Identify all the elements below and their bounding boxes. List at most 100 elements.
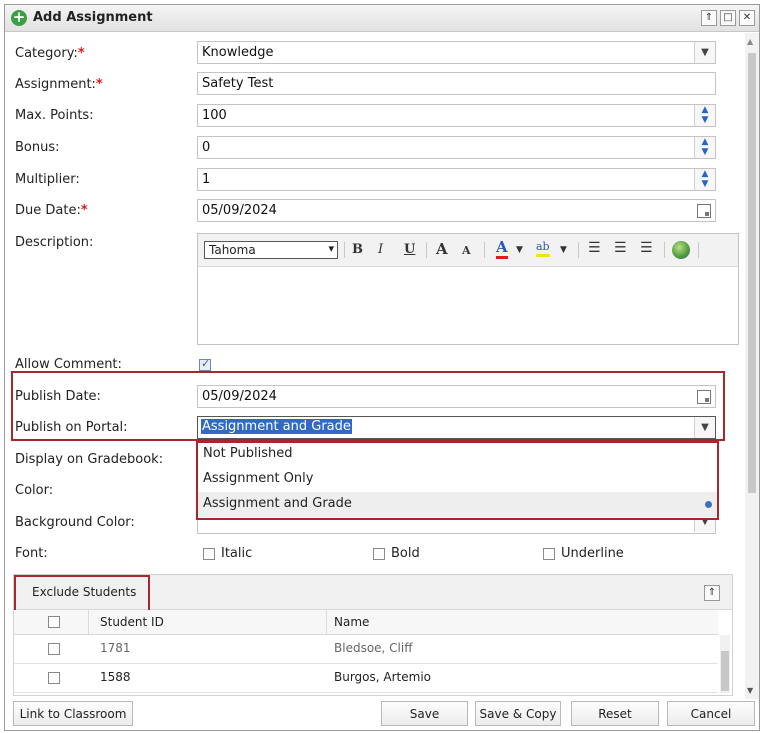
description-label: Description: xyxy=(15,235,94,250)
editor-toolbar: Tahoma ▾ B I U A A A ▼ ab ▼ ☰ ☰ ☰ xyxy=(198,234,738,267)
scroll-down-icon[interactable]: ▼ xyxy=(747,686,753,695)
save-button[interactable]: Save xyxy=(381,701,468,726)
students-grid-header: Student ID Name xyxy=(14,610,718,635)
bonus-spinner[interactable]: ▲ ▼ xyxy=(694,137,715,158)
underline-button[interactable]: U xyxy=(404,242,415,257)
publish-highlight-box xyxy=(11,371,725,441)
underline-option-label: Underline xyxy=(561,546,624,561)
max-points-spinner[interactable]: ▲ ▼ xyxy=(694,105,715,126)
reset-button[interactable]: Reset xyxy=(571,701,659,726)
close-button[interactable]: ✕ xyxy=(739,10,755,26)
description-editor[interactable]: Tahoma ▾ B I U A A A ▼ ab ▼ ☰ ☰ ☰ xyxy=(197,233,739,345)
align-left-icon[interactable]: ☰ xyxy=(588,240,601,256)
chevron-down-icon[interactable]: ▼ xyxy=(560,245,567,255)
table-row[interactable]: 1781 Bledsoe, Cliff xyxy=(14,635,718,664)
collapse-button[interactable]: ⇑ xyxy=(701,10,717,26)
highlight-button[interactable]: ab xyxy=(536,240,550,257)
chevron-down-icon[interactable]: ▼ xyxy=(694,42,715,63)
chevron-down-icon: ▾ xyxy=(328,242,334,255)
toolbar-divider xyxy=(578,242,579,258)
assignment-value: Safety Test xyxy=(202,76,274,91)
align-center-icon[interactable]: ☰ xyxy=(614,240,627,256)
scroll-up-icon[interactable]: ▲ xyxy=(747,37,753,46)
align-right-icon[interactable]: ☰ xyxy=(640,240,653,256)
allow-comment-checkbox[interactable] xyxy=(199,357,211,371)
toolbar-divider xyxy=(664,242,665,258)
bold-button[interactable]: B xyxy=(352,242,363,257)
multiplier-label: Multiplier: xyxy=(15,172,80,187)
spin-down-icon[interactable]: ▼ xyxy=(695,179,715,189)
insert-image-icon[interactable] xyxy=(672,241,690,259)
collapse-panel-icon[interactable]: ⇑ xyxy=(704,585,720,601)
student-id-column-header[interactable]: Student ID xyxy=(100,615,164,629)
italic-button[interactable]: I xyxy=(378,242,383,257)
exclude-students-highlight-box xyxy=(14,575,150,613)
cancel-button[interactable]: Cancel xyxy=(667,701,755,726)
max-points-input[interactable]: 100 ▲ ▼ xyxy=(197,104,716,127)
color-label: Color: xyxy=(15,483,54,498)
add-assignment-dialog: + Add Assignment ⇑ □ ✕ Category:* Knowle… xyxy=(4,4,760,731)
shrink-font-button[interactable]: A xyxy=(462,244,471,257)
student-id-cell: 1781 xyxy=(100,641,131,655)
dialog-title: Add Assignment xyxy=(33,10,153,25)
dialog-scrollbar[interactable]: ▲ ▼ xyxy=(745,33,759,699)
student-name-cell: Burgos, Artemio xyxy=(334,670,431,684)
due-date-label: Due Date:* xyxy=(15,203,88,218)
underline-checkbox[interactable] xyxy=(543,548,555,560)
dialog-titlebar: + Add Assignment ⇑ □ ✕ xyxy=(5,5,759,32)
bonus-value: 0 xyxy=(202,140,211,155)
student-name-cell: Bledsoe, Cliff xyxy=(334,641,413,655)
bonus-label: Bonus: xyxy=(15,140,60,155)
category-label: Category:* xyxy=(15,46,85,61)
max-points-value: 100 xyxy=(202,108,227,123)
add-icon: + xyxy=(11,8,27,26)
toolbar-divider xyxy=(426,242,427,258)
dialog-scroll-thumb[interactable] xyxy=(748,53,756,493)
bold-option-label: Bold xyxy=(391,546,420,561)
link-to-classroom-button[interactable]: Link to Classroom xyxy=(13,701,133,726)
due-date-input[interactable]: 05/09/2024 xyxy=(197,199,716,222)
maximize-button[interactable]: □ xyxy=(720,10,736,26)
chevron-down-icon[interactable]: ▼ xyxy=(516,245,523,255)
name-column-header[interactable]: Name xyxy=(334,615,369,629)
assignment-input[interactable]: Safety Test xyxy=(197,72,716,95)
due-date-value: 05/09/2024 xyxy=(202,203,277,218)
grid-scroll-thumb[interactable] xyxy=(721,651,729,691)
font-color-button[interactable]: A xyxy=(496,239,508,259)
spin-down-icon[interactable]: ▼ xyxy=(695,147,715,157)
toolbar-divider xyxy=(344,242,345,258)
grow-font-button[interactable]: A xyxy=(436,240,448,258)
category-select[interactable]: Knowledge ▼ xyxy=(197,41,716,64)
font-family-value: Tahoma xyxy=(209,243,256,257)
italic-option-label: Italic xyxy=(221,546,253,561)
toolbar-divider xyxy=(698,242,699,258)
max-points-label: Max. Points: xyxy=(15,108,94,123)
exclude-students-panel: Exclude Students ⇑ Student ID Name 1781 … xyxy=(13,574,733,696)
toolbar-divider xyxy=(484,242,485,258)
calendar-icon[interactable] xyxy=(697,204,711,218)
table-row[interactable]: 1588 Burgos, Artemio xyxy=(14,664,718,693)
allow-comment-label: Allow Comment: xyxy=(15,357,122,372)
student-id-cell: 1588 xyxy=(100,670,131,684)
spin-up-icon[interactable]: ▲ xyxy=(695,137,715,147)
column-divider xyxy=(326,610,327,634)
spin-down-icon[interactable]: ▼ xyxy=(695,115,715,125)
bold-checkbox[interactable] xyxy=(373,548,385,560)
select-all-checkbox[interactable] xyxy=(48,616,60,628)
bonus-input[interactable]: 0 ▲ ▼ xyxy=(197,136,716,159)
italic-checkbox[interactable] xyxy=(203,548,215,560)
background-color-label: Background Color: xyxy=(15,515,135,530)
save-copy-button[interactable]: Save & Copy xyxy=(475,701,561,726)
multiplier-value: 1 xyxy=(202,172,211,187)
spin-up-icon[interactable]: ▲ xyxy=(695,105,715,115)
row-checkbox[interactable] xyxy=(48,672,60,684)
multiplier-input[interactable]: 1 ▲ ▼ xyxy=(197,168,716,191)
dropdown-highlight-box xyxy=(196,441,719,520)
assignment-label: Assignment:* xyxy=(15,77,103,92)
multiplier-spinner[interactable]: ▲ ▼ xyxy=(694,169,715,190)
row-checkbox[interactable] xyxy=(48,643,60,655)
font-label: Font: xyxy=(15,546,48,561)
grid-scrollbar[interactable] xyxy=(720,635,730,693)
font-family-select[interactable]: Tahoma ▾ xyxy=(204,241,338,259)
spin-up-icon[interactable]: ▲ xyxy=(695,169,715,179)
